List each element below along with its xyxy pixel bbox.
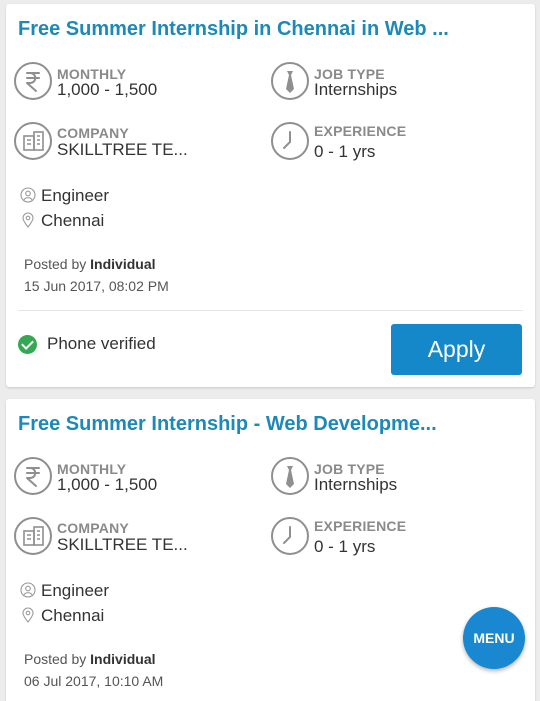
phone-verified-badge: Phone verified <box>18 334 156 354</box>
company-label: COMPANY <box>57 520 129 536</box>
posted-prefix: Posted by <box>24 256 91 272</box>
company-value: SKILLTREE TE... <box>57 140 188 159</box>
building-icon <box>14 122 52 160</box>
tie-icon <box>271 457 309 495</box>
poster-name: Individual <box>90 651 156 667</box>
person-icon <box>20 582 36 598</box>
job-card[interactable]: Free Summer Internship - Web Developme..… <box>6 399 535 701</box>
clock-icon <box>271 517 309 555</box>
job-title[interactable]: Free Summer Internship - Web Developme..… <box>18 413 437 436</box>
experience-label: EXPERIENCE <box>314 518 407 534</box>
verified-text: Phone verified <box>47 334 156 353</box>
rupee-icon <box>14 457 52 495</box>
check-circle-icon <box>18 334 37 354</box>
salary-value: 1,000 - 1,500 <box>57 80 158 99</box>
experience-value: 0 - 1 yrs <box>314 537 376 556</box>
building-icon <box>14 517 52 555</box>
location-pin-icon <box>20 212 36 228</box>
job-card[interactable]: Free Summer Internship in Chennai in Web… <box>6 4 535 387</box>
job-title[interactable]: Free Summer Internship in Chennai in Web… <box>18 18 449 41</box>
divider <box>18 310 523 311</box>
jobtype-value: Internships <box>314 80 398 99</box>
company-label: COMPANY <box>57 125 129 141</box>
person-icon <box>20 187 36 203</box>
role-text: Engineer <box>41 186 110 205</box>
clock-icon <box>271 122 309 160</box>
location-pin-icon <box>20 607 36 623</box>
rupee-icon <box>14 62 52 100</box>
company-value: SKILLTREE TE... <box>57 535 188 554</box>
posted-date: 06 Jul 2017, 10:10 AM <box>24 673 164 689</box>
experience-label: EXPERIENCE <box>314 123 407 139</box>
posted-by: Posted by Individual <box>24 256 156 272</box>
poster-name: Individual <box>90 256 156 272</box>
posted-by: Posted by Individual <box>24 651 156 667</box>
menu-fab-button[interactable]: MENU <box>463 607 525 669</box>
apply-button[interactable]: Apply <box>391 324 522 375</box>
tie-icon <box>271 62 309 100</box>
posted-date: 15 Jun 2017, 08:02 PM <box>24 278 169 294</box>
role-text: Engineer <box>41 581 110 600</box>
location-text: Chennai <box>41 211 105 230</box>
location-text: Chennai <box>41 606 105 625</box>
salary-value: 1,000 - 1,500 <box>57 475 158 494</box>
jobtype-value: Internships <box>314 475 398 494</box>
experience-value: 0 - 1 yrs <box>314 142 376 161</box>
posted-prefix: Posted by <box>24 651 91 667</box>
